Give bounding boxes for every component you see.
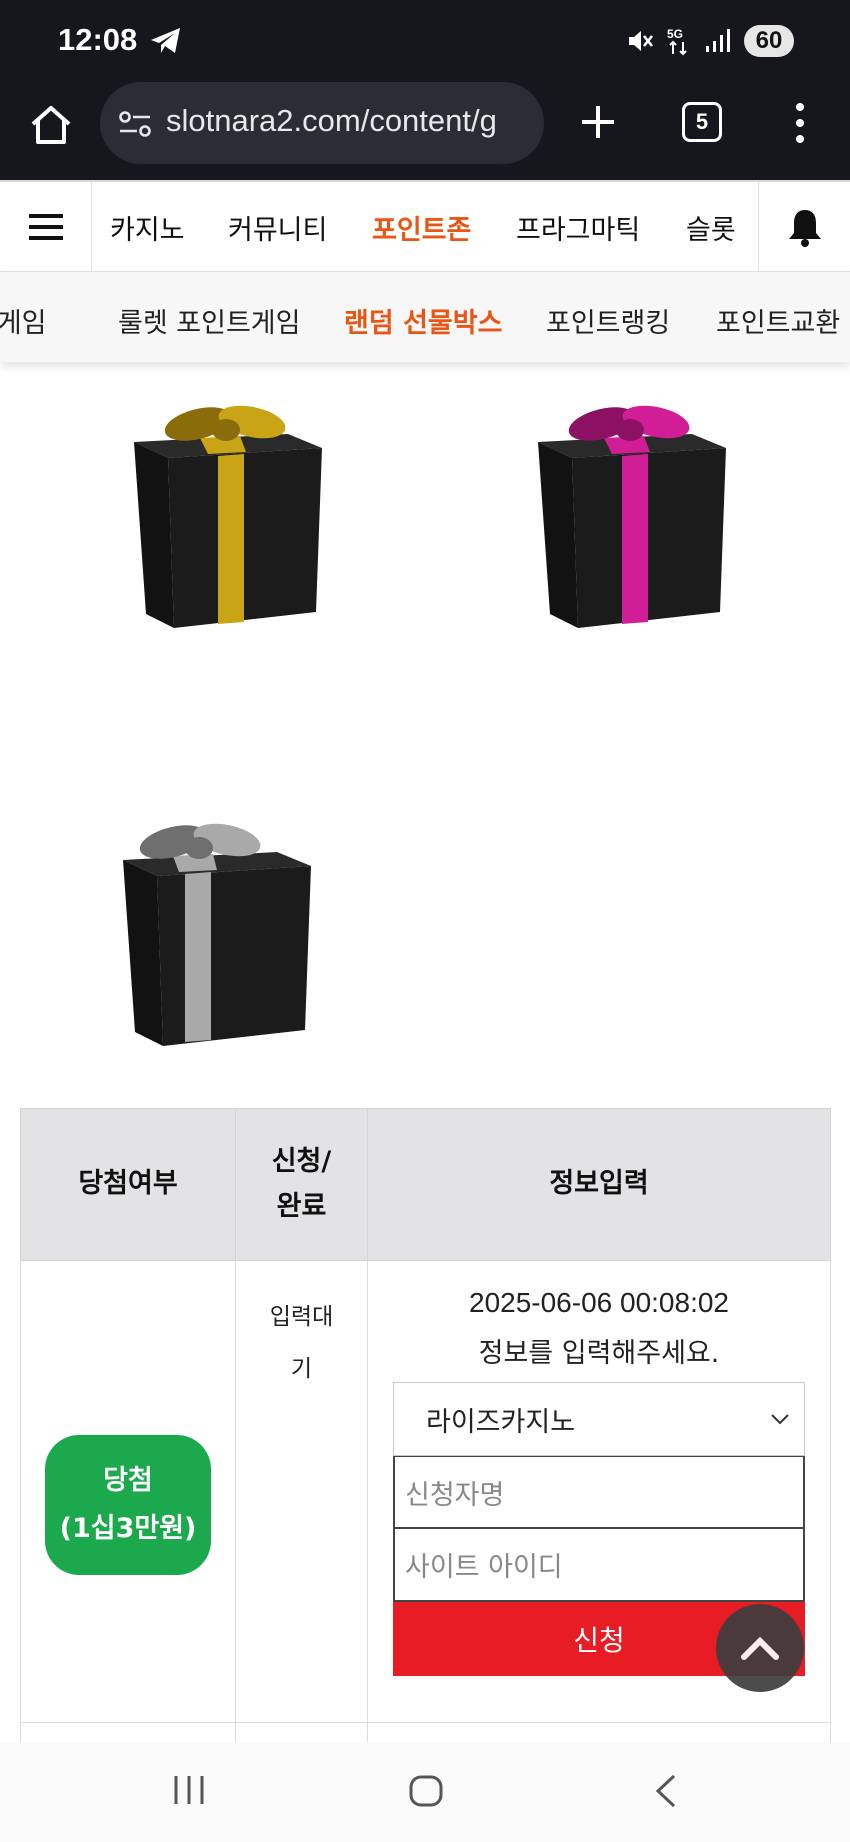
subnav-item-point-exchange[interactable]: 포인트교환 — [716, 301, 840, 340]
site-select-value: 라이즈카지노 — [426, 1406, 576, 1438]
battery-indicator: 60 — [744, 25, 794, 57]
chevron-down-icon — [771, 1414, 789, 1425]
nav-item-casino[interactable]: 카지노 — [110, 208, 185, 247]
scroll-to-top-button[interactable] — [716, 1604, 804, 1692]
subnav-item-point-game[interactable]: 트게임 — [0, 301, 47, 340]
subnav-item-point-ranking[interactable]: 포인트랭킹 — [546, 301, 670, 340]
mute-icon — [629, 31, 654, 51]
home-nav-icon[interactable] — [408, 1774, 444, 1808]
home-icon[interactable] — [26, 100, 76, 150]
header-status: 신청/완료 — [235, 1108, 368, 1261]
gift-box-gold[interactable] — [128, 400, 328, 632]
browser-toolbar: slotnara2.com/content/g 5 — [0, 82, 850, 180]
header-info: 정보입력 — [367, 1108, 831, 1261]
hamburger-menu-button[interactable] — [0, 182, 92, 272]
pointzone-sub-nav: 트게임 룰렛 포인트게임 랜덤 선물박스 포인트랭킹 포인트교환 — [0, 272, 850, 362]
svg-text:5G: 5G — [667, 27, 683, 41]
site-select[interactable]: 라이즈카지노 — [393, 1382, 805, 1456]
back-icon[interactable] — [652, 1774, 678, 1808]
site-settings-icon[interactable] — [118, 109, 152, 139]
more-menu-icon[interactable] — [788, 100, 812, 146]
applicant-name-input[interactable]: 신청자명 — [393, 1455, 805, 1529]
nav-item-pointzone[interactable]: 포인트존 — [372, 208, 471, 247]
gift-box-magenta[interactable] — [532, 400, 732, 632]
hamburger-icon — [28, 214, 63, 240]
5g-icon: 5G — [667, 27, 687, 56]
giftbox-result-table: 당첨여부 신청/완료 정보입력 당첨 (1십3만원) 입력대기 2025-06-… — [20, 1108, 831, 1745]
address-bar[interactable]: slotnara2.com/content/g — [100, 82, 544, 164]
header-result: 당첨여부 — [20, 1108, 236, 1261]
bell-icon — [788, 210, 821, 247]
status-text: 입력대기 — [269, 1304, 334, 1382]
recent-apps-icon[interactable] — [172, 1774, 206, 1806]
android-nav-bar — [0, 1742, 850, 1842]
win-datetime: 2025-06-06 00:08:02 — [469, 1287, 729, 1318]
nav-item-slot[interactable]: 슬롯 — [686, 208, 736, 247]
info-message: 정보를 입력해주세요. — [478, 1338, 720, 1369]
signal-icon — [706, 29, 730, 52]
site-id-input[interactable]: 사이트 아이디 — [393, 1528, 805, 1602]
tab-switcher-button[interactable]: 5 — [682, 102, 722, 142]
subnav-item-random-giftbox[interactable]: 랜덤 선물박스 — [344, 301, 502, 340]
nav-item-pragmatic[interactable]: 프라그마틱 — [516, 208, 640, 247]
url-text[interactable]: slotnara2.com/content/g — [166, 103, 497, 139]
win-badge: 당첨 (1십3만원) — [45, 1435, 211, 1575]
status-icons: 5G 60 — [626, 24, 794, 58]
notification-button[interactable] — [758, 182, 850, 272]
status-cell: 입력대기 — [235, 1260, 368, 1723]
table-row: 당첨 (1십3만원) 입력대기 2025-06-06 00:08:02 정보를 … — [20, 1260, 831, 1723]
result-cell: 당첨 (1십3만원) — [20, 1260, 236, 1723]
telegram-icon — [151, 28, 180, 53]
site-main-nav: 카지노 커뮤니티 포인트존 프라그마틱 슬롯 — [0, 180, 850, 272]
chevron-up-icon — [741, 1636, 779, 1660]
subnav-item-roulette[interactable]: 룰렛 포인트게임 — [118, 301, 300, 340]
status-time: 12:08 — [58, 22, 138, 57]
gift-box-silver[interactable] — [112, 818, 322, 1050]
new-tab-icon[interactable] — [578, 102, 618, 142]
nav-item-community[interactable]: 커뮤니티 — [228, 208, 327, 247]
status-bar: 12:08 5G 60 — [0, 0, 850, 82]
